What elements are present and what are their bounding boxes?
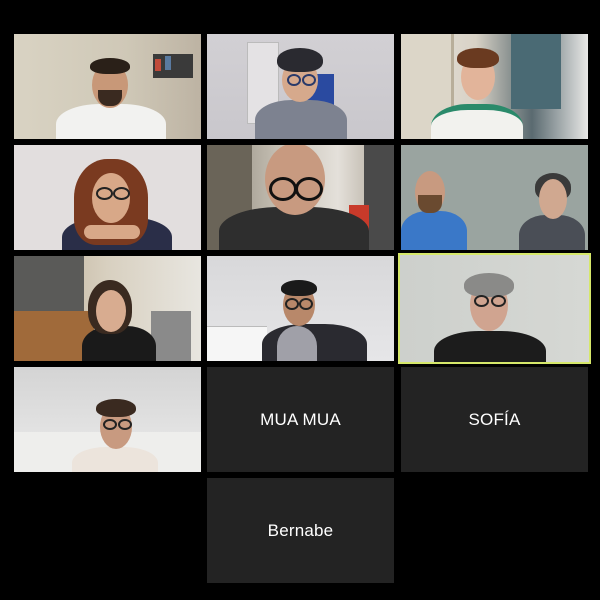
video-tile-9-active-speaker[interactable] [398, 253, 591, 364]
participant-tile-sofia[interactable]: SOFÍA [401, 367, 588, 472]
video-tile-2[interactable] [207, 34, 394, 139]
participant-tile-mua-mua[interactable]: MUA MUA [207, 367, 394, 472]
participant-name: MUA MUA [260, 409, 341, 429]
video-tile-6[interactable] [401, 145, 588, 250]
video-tile-8[interactable] [207, 256, 394, 361]
video-tile-10[interactable] [14, 367, 201, 472]
participant-tile-bernabe[interactable]: Bernabe [207, 478, 394, 583]
participant-name: SOFÍA [468, 409, 521, 429]
video-tile-1[interactable] [14, 34, 201, 139]
video-tile-4[interactable] [14, 145, 201, 250]
video-tile-7[interactable] [14, 256, 201, 361]
participant-name: Bernabe [267, 520, 334, 540]
video-tile-5[interactable] [207, 145, 394, 250]
video-tile-3[interactable] [401, 34, 588, 139]
